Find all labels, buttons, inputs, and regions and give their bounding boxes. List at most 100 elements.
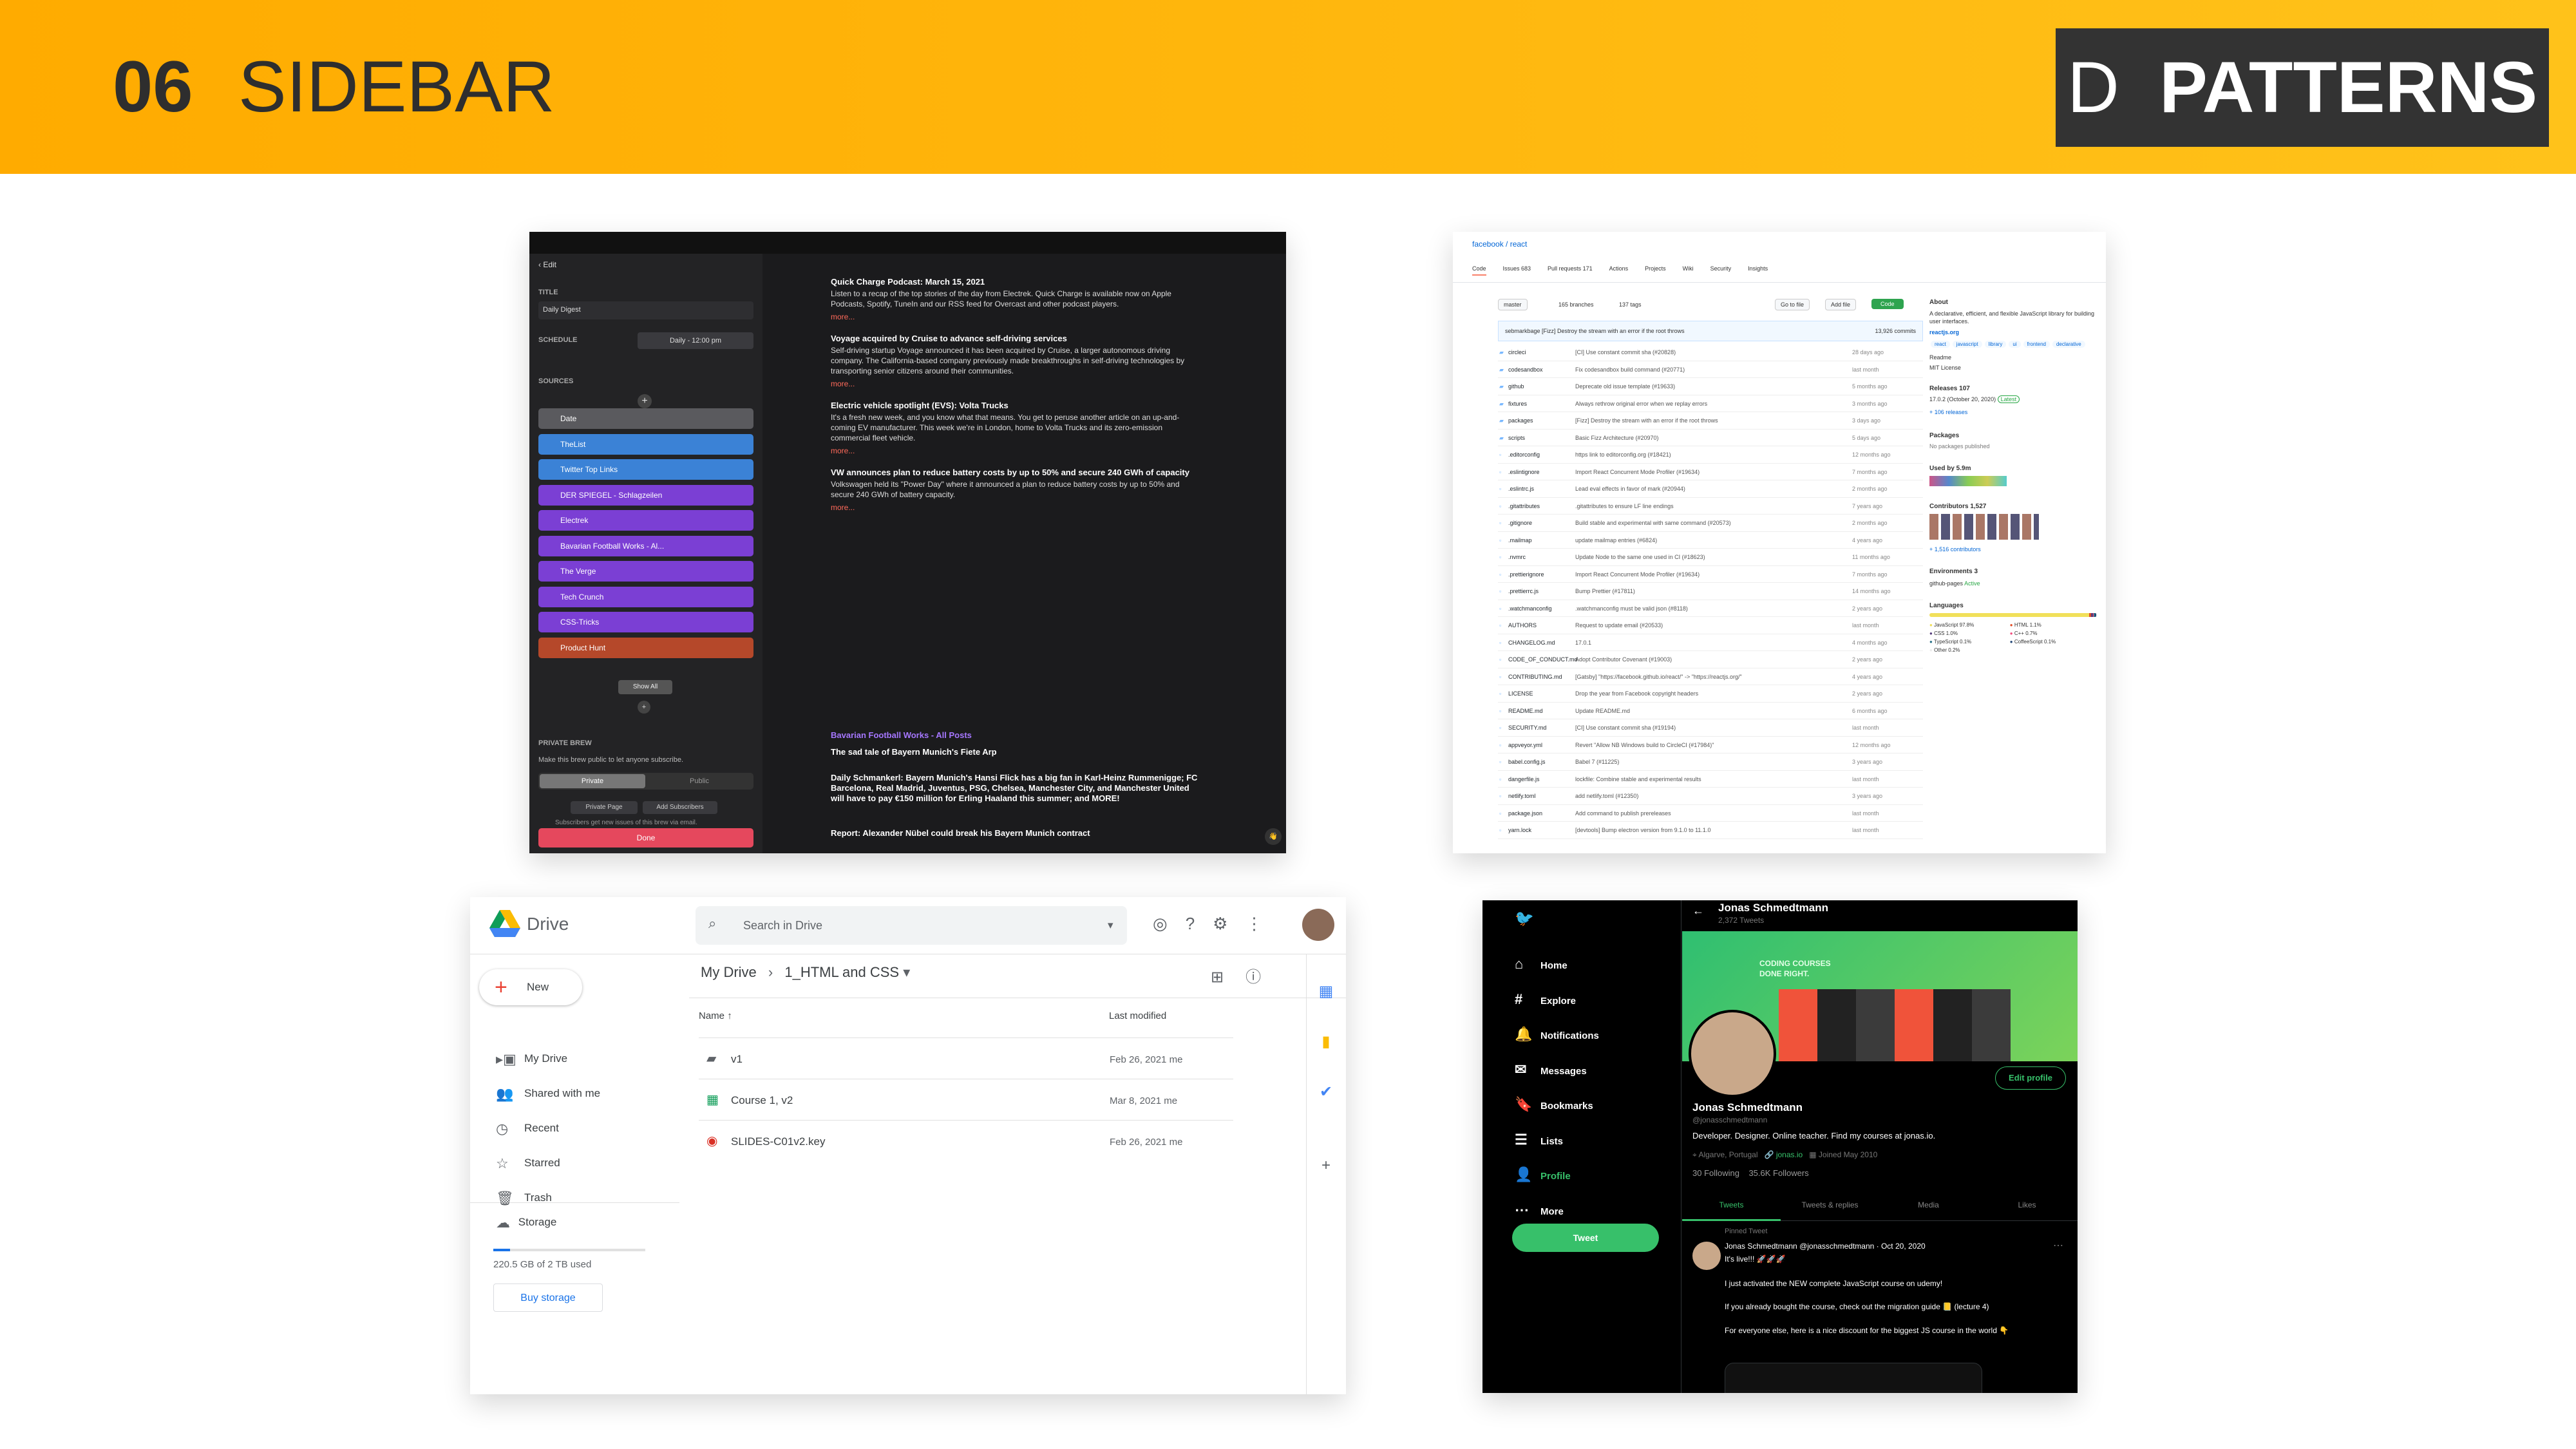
language-item[interactable]: ● C++ 0.7% xyxy=(2010,629,2090,638)
file-row[interactable]: .editorconfig https link to editorconfig.… xyxy=(1498,446,1923,464)
twitter-nav-item[interactable]: ✉ Messages xyxy=(1515,1052,1587,1087)
commit-msg[interactable]: Basic Fizz Architecture (#20970) xyxy=(1575,430,1852,446)
file-name[interactable]: packages xyxy=(1498,412,1575,429)
wave-icon[interactable]: 👋 xyxy=(1265,828,1282,845)
topic-tag[interactable]: react xyxy=(1931,341,1950,348)
branch-select[interactable]: master xyxy=(1498,299,1528,310)
file-row[interactable]: .gitattributes .gitattributes to ensure L… xyxy=(1498,498,1923,515)
more-link[interactable]: more... xyxy=(831,446,1198,456)
commit-msg[interactable]: [CI] Use constant commit sha (#19194) xyxy=(1575,719,1852,736)
source-item[interactable]: DER SPIEGEL - Schlagzeilen xyxy=(538,484,753,506)
file-name[interactable]: dangerfile.js xyxy=(1498,771,1575,788)
file-name[interactable]: .gitattributes xyxy=(1498,498,1575,515)
file-row[interactable]: AUTHORS Request to update email (#20533) l… xyxy=(1498,617,1923,634)
file-name[interactable]: yarn.lock xyxy=(1498,822,1575,838)
add-subscribers-button[interactable]: Add Subscribers xyxy=(643,801,717,814)
language-item[interactable]: ● CoffeeScript 0.1% xyxy=(2010,638,2090,646)
followers-count[interactable]: 35.6K Followers xyxy=(1748,1168,1808,1178)
offline-icon[interactable]: ◎ xyxy=(1153,914,1186,933)
releases-heading[interactable]: Releases 107 xyxy=(1929,385,2097,392)
file-name[interactable]: .editorconfig xyxy=(1498,446,1575,463)
file-row[interactable]: .eslintrc.js Lead eval effects in favor o… xyxy=(1498,480,1923,498)
file-row[interactable]: .prettierignore Import React Concurrent M… xyxy=(1498,566,1923,583)
article-4-title[interactable]: Report: Alexander Nübel could break his … xyxy=(831,828,1198,838)
environments-heading[interactable]: Environments 3 xyxy=(1929,568,2097,575)
file-row[interactable]: CHANGELOG.md 17.0.1 4 months ago ▫ xyxy=(1498,634,1923,651)
add-file-button[interactable]: Add file xyxy=(1825,299,1857,310)
commit-msg[interactable]: Fix codesandbox build command (#20771) xyxy=(1575,361,1852,378)
commit-msg[interactable]: .gitattributes to ensure LF line endings xyxy=(1575,498,1852,515)
file-row[interactable]: babel.config.js Babel 7 (#11225) 3 years a… xyxy=(1498,753,1923,771)
more-link[interactable]: more... xyxy=(831,379,1198,389)
file-name[interactable]: CONTRIBUTING.md xyxy=(1498,668,1575,685)
drive-nav-item[interactable]: 👥 Shared with me xyxy=(496,1077,600,1110)
file-row[interactable]: CONTRIBUTING.md [Gatsby] "https://faceboo… xyxy=(1498,668,1923,685)
license-link[interactable]: MIT License xyxy=(1929,365,2097,371)
file-name[interactable]: package.json xyxy=(1498,805,1575,822)
topic-tag[interactable]: ui xyxy=(2009,341,2021,348)
commit-msg[interactable]: Request to update email (#20533) xyxy=(1575,617,1852,634)
commit-msg[interactable]: Drop the year from Facebook copyright he… xyxy=(1575,685,1852,702)
contributors-heading[interactable]: Contributors 1,527 xyxy=(1929,503,2097,510)
file-name[interactable]: babel.config.js xyxy=(1498,753,1575,770)
branches-link[interactable]: 165 branches xyxy=(1558,301,1594,308)
file-row[interactable]: yarn.lock [devtools] Bump electron versio… xyxy=(1498,822,1923,839)
source-item[interactable]: TheList xyxy=(538,433,753,455)
profile-avatar[interactable] xyxy=(1689,1010,1776,1097)
twitter-nav-item[interactable]: ⋯ More xyxy=(1515,1193,1564,1227)
twitter-nav-item[interactable]: 🔖 Bookmarks xyxy=(1515,1087,1593,1122)
repo-tab[interactable]: Issues 683 xyxy=(1503,265,1531,272)
file-name[interactable]: .prettierignore xyxy=(1498,566,1575,583)
file-name[interactable]: codesandbox xyxy=(1498,361,1575,378)
twitter-nav-item[interactable]: ☰ Lists xyxy=(1515,1122,1563,1157)
repo-tab[interactable]: Security xyxy=(1710,265,1732,272)
info-icon[interactable]: ⓘ xyxy=(1245,969,1283,986)
commit-msg[interactable]: [Gatsby] "https://facebook.github.io/rea… xyxy=(1575,668,1852,685)
commit-msg[interactable]: .watchmanconfig must be valid json (#811… xyxy=(1575,600,1852,617)
source-item[interactable]: Bavarian Football Works - Al... xyxy=(538,535,753,556)
file-row[interactable]: .prettierrc.js Bump Prettier (#17811) 14 m… xyxy=(1498,583,1923,600)
repo-tab[interactable]: Actions xyxy=(1609,265,1629,272)
commits-link[interactable]: 13,926 commits xyxy=(1875,328,1916,334)
commit-msg[interactable]: Import React Concurrent Mode Profiler (#… xyxy=(1575,464,1852,480)
repo-tab[interactable]: Projects xyxy=(1645,265,1666,272)
breadcrumb-folder[interactable]: 1_HTML and CSS xyxy=(784,964,899,980)
file-name[interactable]: fixtures xyxy=(1498,395,1575,412)
file-name[interactable]: scripts xyxy=(1498,430,1575,446)
done-button[interactable]: Done xyxy=(538,828,753,848)
file-name[interactable]: github xyxy=(1498,378,1575,395)
help-icon[interactable]: ? xyxy=(1186,914,1213,933)
packages-heading[interactable]: Packages xyxy=(1929,432,2097,439)
source-item[interactable]: Tech Crunch xyxy=(538,586,753,607)
keep-icon[interactable]: ▮ xyxy=(1316,1017,1336,1067)
tweet-more-icon[interactable]: ⋯ xyxy=(2053,1239,2063,1252)
show-all-button[interactable]: Show All xyxy=(618,680,672,694)
language-item[interactable]: ● CSS 1.0% xyxy=(1929,629,2010,638)
more-link[interactable]: more... xyxy=(831,502,1198,513)
source-item[interactable]: The Verge xyxy=(538,561,753,582)
following-count[interactable]: 30 Following xyxy=(1692,1168,1739,1178)
grid-view-icon[interactable]: ⊞ xyxy=(1211,969,1245,986)
public-option[interactable]: Public xyxy=(647,774,752,788)
chevron-down-icon[interactable]: ▾ xyxy=(903,964,910,980)
file-row[interactable]: ▦ Course 1, v2 Mar 8, 2021 me xyxy=(699,1079,1233,1120)
file-row[interactable]: appveyor.yml Revert "Allow NB Windows bui… xyxy=(1498,737,1923,753)
modified-column-header[interactable]: Last modified xyxy=(1109,1010,1166,1021)
language-item[interactable]: ● Other 0.2% xyxy=(1929,646,2010,654)
file-row[interactable]: packages [Fizz] Destroy the stream with a… xyxy=(1498,412,1923,430)
release-name[interactable]: 17.0.2 (October 20, 2020) xyxy=(1929,396,1996,402)
code-button[interactable]: Code xyxy=(1871,299,1904,309)
file-name[interactable]: AUTHORS xyxy=(1498,617,1575,634)
drive-nav-item[interactable]: ▸▣ My Drive xyxy=(496,1043,567,1075)
commit-msg[interactable]: https link to editorconfig.org (#18421) xyxy=(1575,446,1852,463)
source-item[interactable]: Electrek xyxy=(538,510,753,531)
commit-msg[interactable]: [devtools] Bump electron version from 9.… xyxy=(1575,822,1852,838)
commit-msg[interactable]: Import React Concurrent Mode Profiler (#… xyxy=(1575,566,1852,583)
used-by-heading[interactable]: Used by 5.9m xyxy=(1929,465,2097,472)
profile-tab[interactable]: Likes xyxy=(1978,1189,2076,1221)
file-row[interactable]: ◉ SLIDES-C01v2.key Feb 26, 2021 me xyxy=(699,1120,1233,1161)
apps-icon[interactable]: ⋮ xyxy=(1245,914,1280,933)
file-row[interactable]: codesandbox Fix codesandbox build command… xyxy=(1498,361,1923,378)
language-item[interactable]: ● HTML 1.1% xyxy=(2010,621,2090,629)
title-input[interactable]: Daily Digest xyxy=(538,301,753,319)
